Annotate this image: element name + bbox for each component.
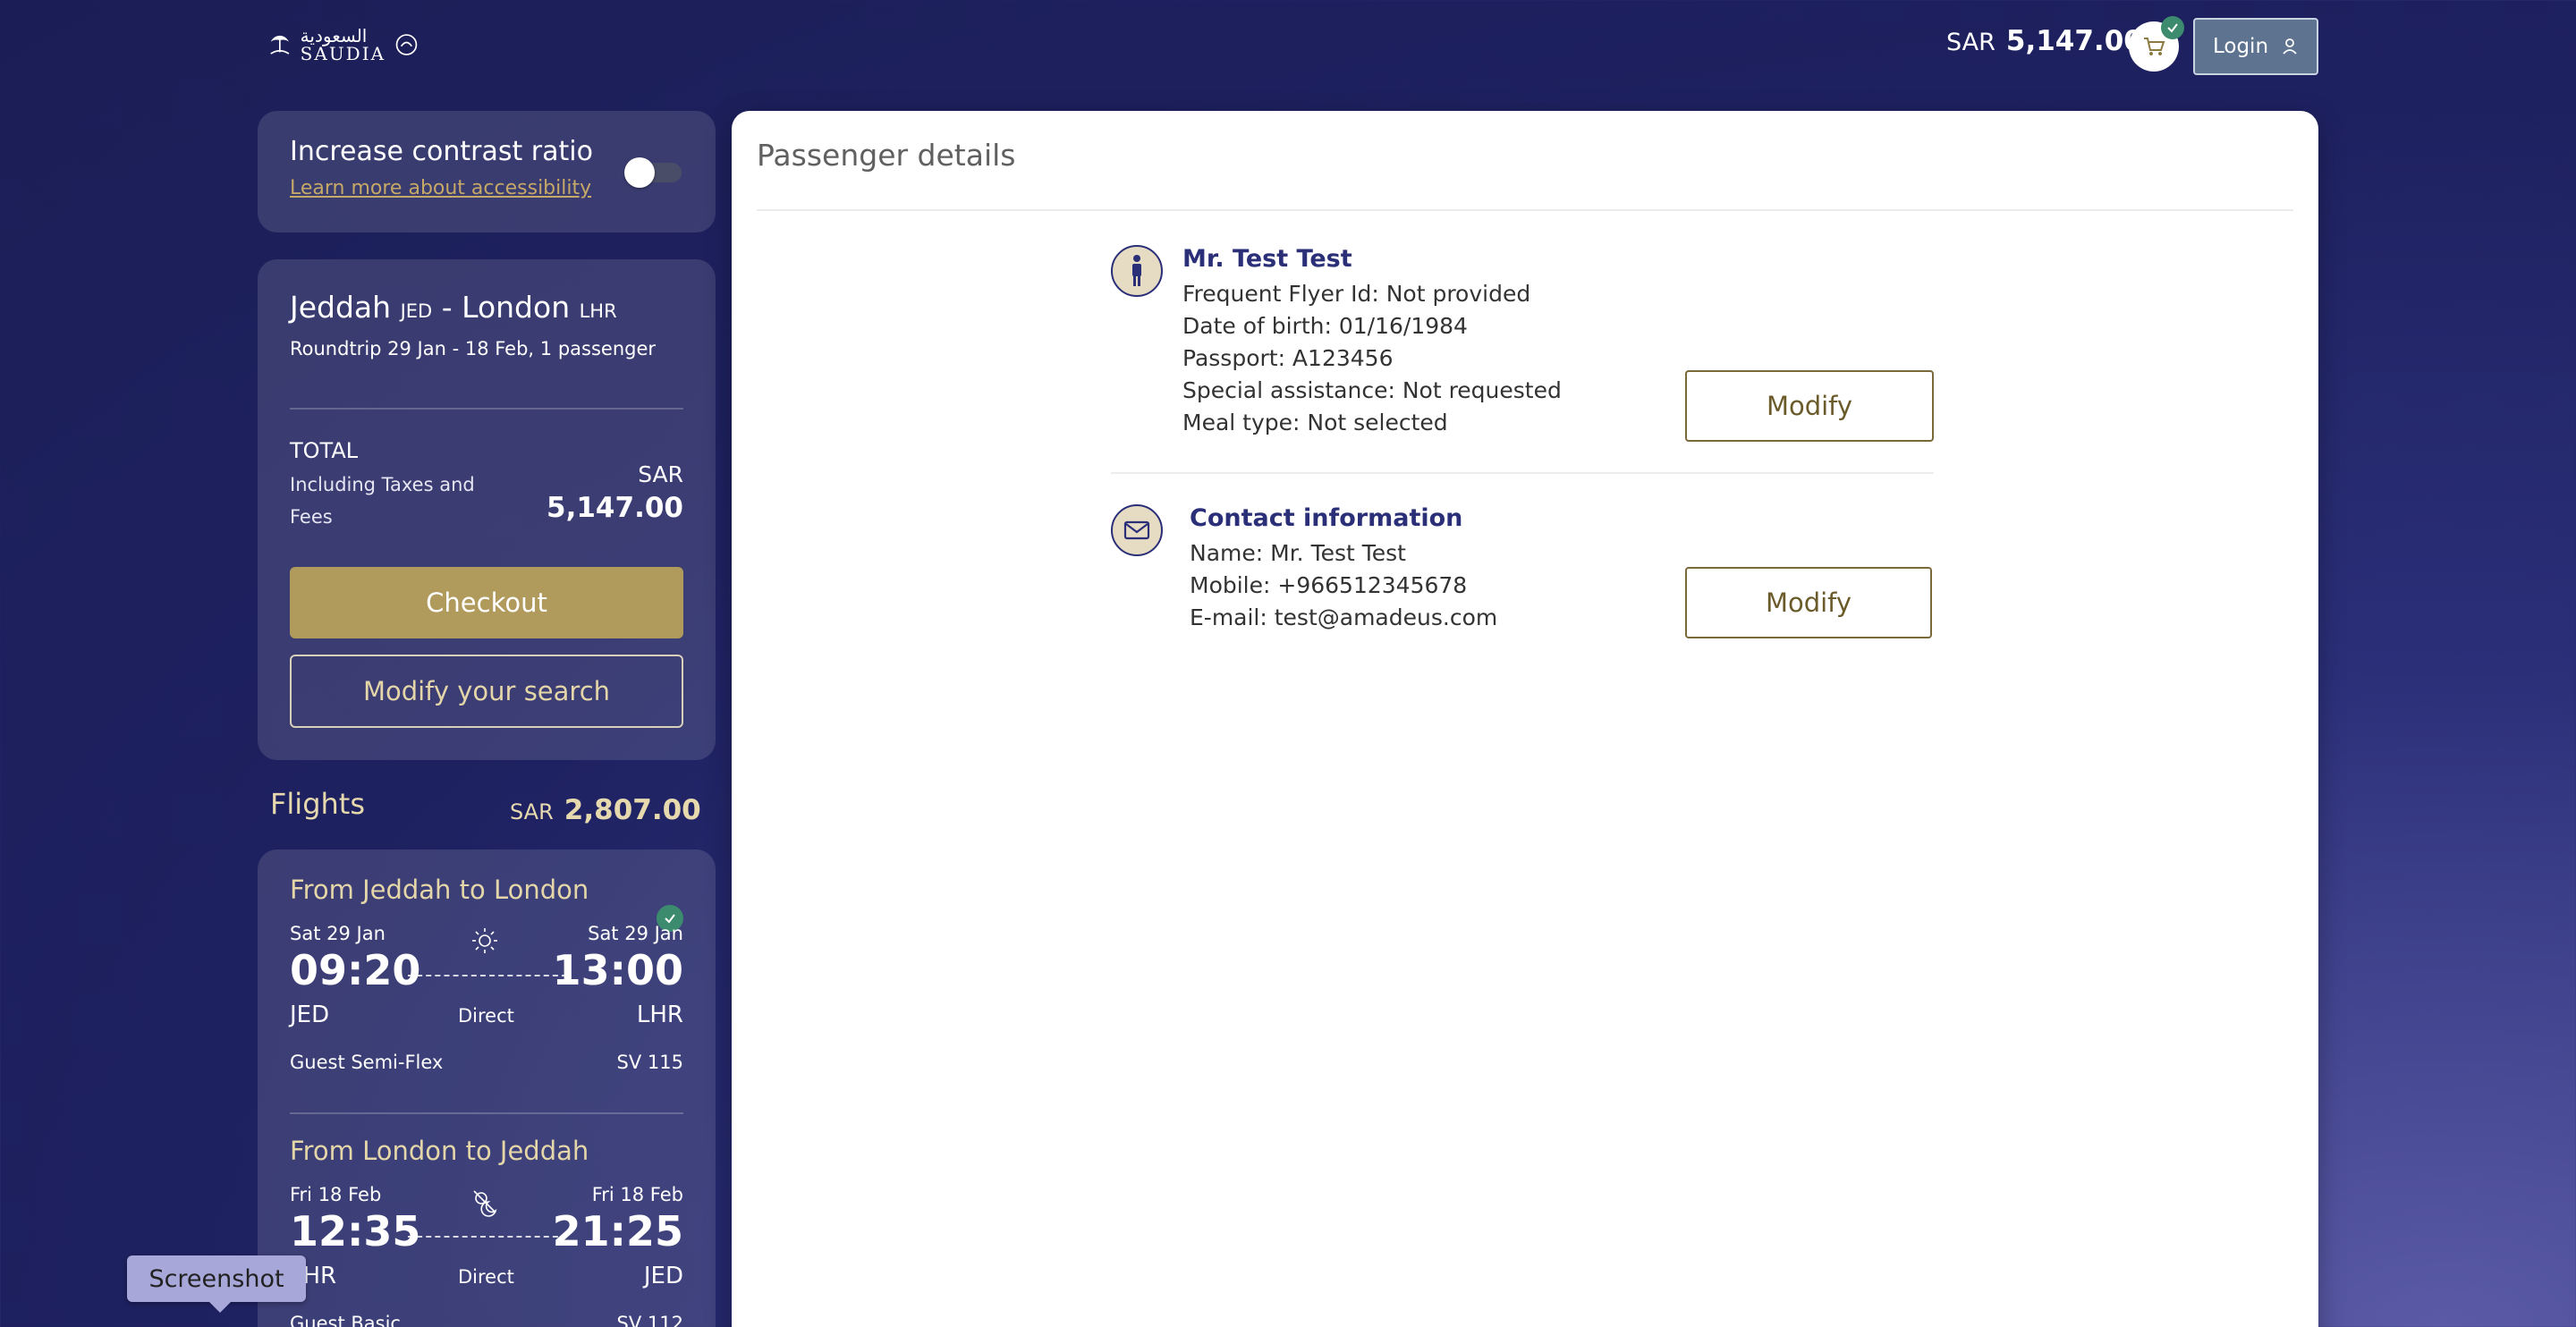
header-amount: 5,147.00 (2005, 25, 2143, 57)
flight-leg-outbound[interactable]: From Jeddah to London Sat 29 Jan Sat 29 … (290, 875, 683, 1087)
fare-family: Guest Basic (290, 1313, 401, 1327)
flights-amount: 2,807.00 (564, 794, 701, 826)
total-currency: SAR (638, 461, 683, 487)
total-amount: 5,147.00 (547, 492, 683, 524)
person-figure-icon (1132, 255, 1141, 286)
trip-subtitle: Roundtrip 29 Jan - 18 Feb, 1 passenger (290, 338, 657, 359)
passenger-name: Mr. Test Test (1182, 245, 1352, 273)
logo-arabic-text: السعودية (300, 25, 368, 46)
fare-family: Guest Semi-Flex (290, 1052, 444, 1073)
destination-city: London (462, 290, 571, 325)
origin-code: JED (400, 300, 433, 322)
stops-label: Direct (458, 1266, 514, 1288)
departure-date: Fri 18 Feb (290, 1184, 382, 1205)
route-line (408, 1236, 567, 1238)
special-assistance: Special assistance: Not requested (1182, 377, 1562, 403)
person-icon (1111, 245, 1163, 297)
header-total-price: SAR 5,147.00 (1946, 25, 2143, 61)
date-of-birth: Date of birth: 01/16/1984 (1182, 313, 1468, 339)
flight-number: SV 112 (616, 1313, 683, 1327)
leg-title: From London to Jeddah (290, 1136, 589, 1166)
cart-icon (2144, 38, 2165, 55)
departure-time: 12:35 (290, 1207, 421, 1255)
login-button[interactable]: Login (2193, 18, 2318, 75)
top-header: السعودية SAUDIA SAR 5,147.00 Login (0, 0, 2576, 98)
contact-email: E-mail: test@amadeus.com (1190, 604, 1498, 630)
flights-card: From Jeddah to London Sat 29 Jan Sat 29 … (258, 849, 716, 1327)
contact-mobile: Mobile: +966512345678 (1190, 572, 1468, 598)
destination-code: LHR (579, 300, 617, 322)
departure-date: Sat 29 Jan (290, 923, 386, 944)
modify-search-button[interactable]: Modify your search (290, 655, 683, 728)
stops-label: Direct (458, 1005, 514, 1027)
toggle-knob (624, 157, 655, 188)
checkout-button[interactable]: Checkout (290, 567, 683, 638)
user-icon (2283, 38, 2297, 55)
cart-button[interactable] (2129, 16, 2184, 72)
palm-swords-icon (270, 35, 290, 55)
origin-city: Jeddah (290, 290, 392, 325)
flight-leg-return[interactable]: From London to Jeddah Fri 18 Feb Fri 18 … (290, 1136, 683, 1327)
trip-divider (290, 408, 683, 410)
arrival-time: 21:25 (552, 1207, 683, 1255)
login-label: Login (2212, 35, 2269, 58)
leg-schedule: Sat 29 Jan Sat 29 Jan 09:20 13:00 JED Di… (290, 905, 683, 1039)
flights-price: SAR 2,807.00 (510, 794, 701, 826)
emblem-icon (395, 34, 418, 55)
arrival-time: 13:00 (552, 946, 683, 994)
leg-footer: Guest Semi-Flex SV 115 (290, 1052, 683, 1087)
contact-name: Name: Mr. Test Test (1190, 540, 1406, 566)
meal-type: Meal type: Not selected (1182, 410, 1448, 435)
modify-contact-button[interactable]: Modify (1685, 567, 1932, 638)
section-divider (1111, 472, 1934, 474)
modify-passenger-button[interactable]: Modify (1685, 370, 1934, 442)
legs-divider (290, 1112, 683, 1114)
logo-wordmark: السعودية SAUDIA (301, 27, 386, 63)
leg-footer: Guest Basic SV 112 (290, 1313, 683, 1327)
title-divider (757, 209, 2293, 211)
logo-latin-text: SAUDIA (300, 43, 386, 64)
arrival-code: LHR (636, 1002, 683, 1028)
frequent-flyer: Frequent Flyer Id: Not provided (1182, 281, 1531, 307)
trip-route: Jeddah JED - London LHR (290, 290, 617, 325)
contact-title: Contact information (1190, 504, 1463, 532)
leg-schedule: Fri 18 Feb Fri 18 Feb 12:35 21:25 LHR Di… (290, 1166, 683, 1300)
contrast-toggle[interactable] (623, 156, 683, 188)
route-separator: - (441, 290, 453, 325)
contrast-title: Increase contrast ratio (290, 136, 593, 167)
passenger-details-panel: Passenger details Mr. Test Test Frequent… (732, 111, 2318, 1327)
accessibility-link[interactable]: Learn more about accessibility (290, 177, 591, 199)
saudia-logo[interactable]: السعودية SAUDIA (265, 25, 419, 64)
screenshot-tooltip[interactable]: Screenshot (127, 1255, 306, 1313)
envelope-icon (1111, 504, 1163, 556)
header-currency: SAR (1946, 29, 1996, 56)
total-note: Including Taxes and Fees (290, 474, 475, 528)
arrival-code: JED (643, 1263, 683, 1289)
mail-icon (1123, 520, 1150, 540)
flight-number: SV 115 (616, 1052, 683, 1073)
departure-time: 09:20 (290, 946, 421, 994)
route-line (408, 975, 567, 976)
departure-code: JED (290, 1002, 330, 1028)
passport: Passport: A123456 (1182, 345, 1394, 371)
leg-title: From Jeddah to London (290, 875, 589, 905)
arrival-date: Fri 18 Feb (591, 1184, 683, 1205)
sun-moon-icon (473, 1190, 497, 1217)
arrival-date: Sat 29 Jan (588, 923, 683, 944)
check-icon (2167, 23, 2178, 33)
sun-icon (472, 928, 497, 953)
page-title: Passenger details (757, 138, 1016, 173)
flights-currency: SAR (510, 799, 554, 824)
trip-summary-card: Jeddah JED - London LHR Roundtrip 29 Jan… (258, 259, 716, 760)
total-label: TOTAL (290, 438, 359, 463)
cart-check-badge (2161, 16, 2184, 39)
flights-label: Flights (270, 787, 365, 821)
